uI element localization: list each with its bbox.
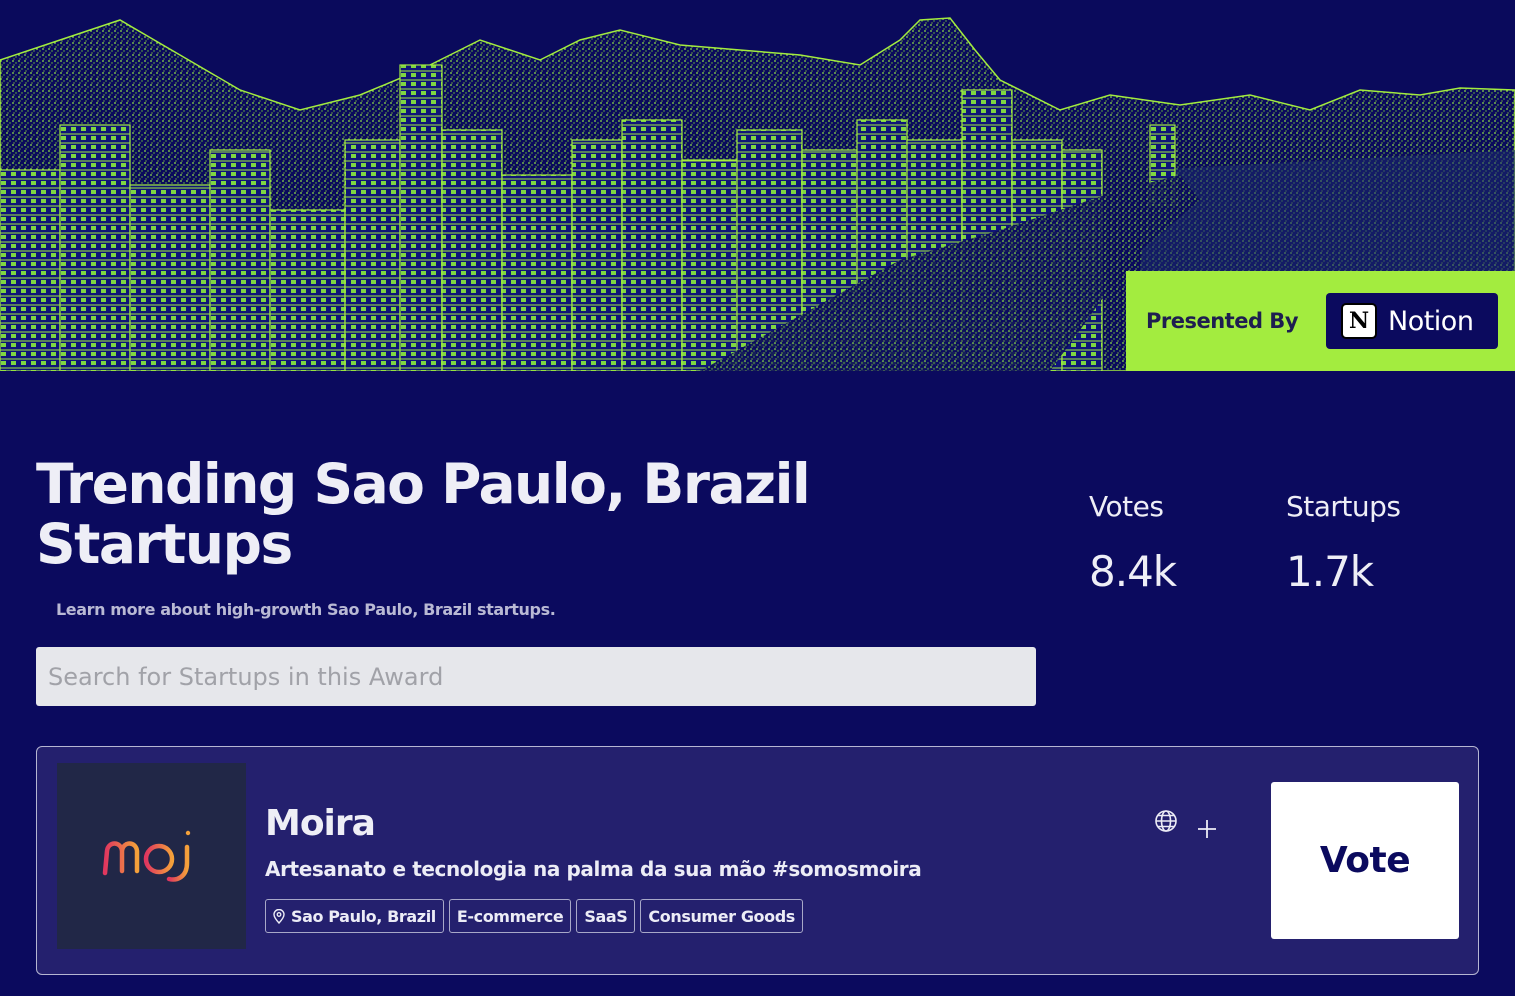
stat-startups-value: 1.7k (1286, 547, 1374, 596)
tag-industry[interactable]: Consumer Goods (640, 899, 803, 933)
tag-location[interactable]: Sao Paulo, Brazil (265, 899, 444, 933)
moira-logo-icon (102, 830, 190, 882)
presented-by-banner: Presented By N Notion (1126, 271, 1515, 371)
tag-industry[interactable]: E-commerce (448, 899, 572, 933)
stat-votes-label: Votes (1089, 490, 1164, 523)
page-subtitle: Learn more about high-growth Sao Paulo, … (56, 600, 556, 619)
tag-label: Sao Paulo, Brazil (291, 906, 436, 926)
sponsor-badge[interactable]: N Notion (1326, 293, 1498, 349)
startup-description: Artesanato e tecnologia na palma da sua … (265, 857, 922, 881)
stat-startups-label: Startups (1286, 490, 1401, 523)
stat-votes-value: 8.4k (1089, 547, 1177, 596)
website-globe-icon[interactable] (1152, 807, 1180, 835)
add-plus-icon[interactable] (1193, 815, 1221, 843)
notion-logo-icon: N (1341, 303, 1377, 339)
tag-label: Consumer Goods (648, 906, 795, 926)
hero-banner: Presented By N Notion (0, 0, 1515, 371)
page-title: Trending Sao Paulo, Brazil Startups (36, 452, 811, 576)
location-pin-icon (273, 908, 285, 924)
startup-tags: Sao Paulo, Brazil E-commerce SaaS Consum… (265, 899, 803, 933)
tag-industry[interactable]: SaaS (576, 899, 636, 933)
tag-label: E-commerce (456, 906, 564, 926)
search-input[interactable] (36, 647, 1036, 706)
tag-label: SaaS (584, 906, 628, 926)
stat-votes: Votes 8.4k (1089, 490, 1177, 596)
vote-button[interactable]: Vote (1271, 782, 1459, 939)
startup-name[interactable]: Moira (265, 803, 376, 844)
stat-startups: Startups 1.7k (1286, 490, 1401, 596)
startup-card[interactable]: Moira Artesanato e tecnologia na palma d… (36, 746, 1479, 975)
presented-by-label: Presented By (1146, 309, 1299, 333)
sponsor-name: Notion (1388, 305, 1474, 337)
startup-logo[interactable] (57, 763, 246, 949)
